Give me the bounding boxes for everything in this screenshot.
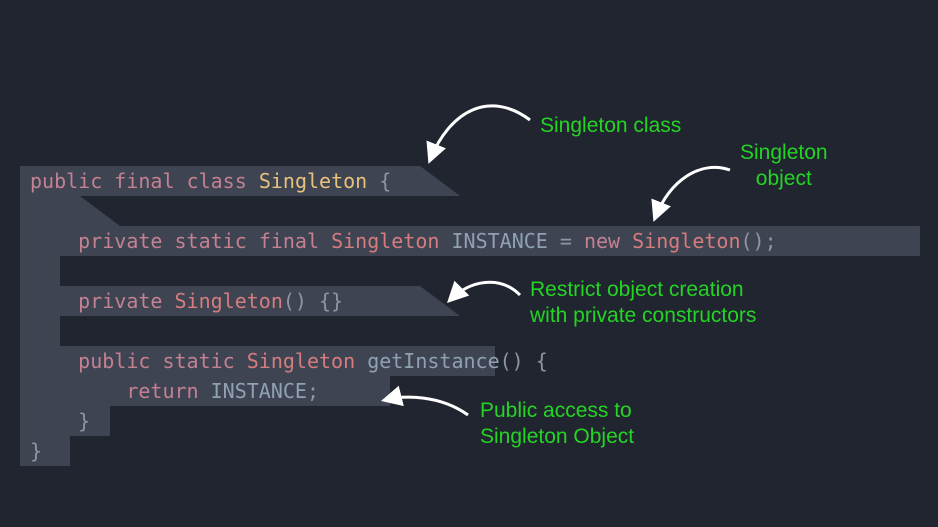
annotation-public-access: Public access to Singleton Object [480,398,634,450]
kw-public: public [30,169,102,193]
diagram-stage: { "code": { "l1_public": "public", "l1_f… [0,0,938,527]
kw-public: public [78,349,150,373]
annotation-singleton-object-l2: object [756,167,812,190]
code-line-4: public static Singleton getInstance() { [30,346,548,376]
type-singleton: Singleton [331,229,439,253]
ctor-decl: Singleton [175,289,283,313]
annotation-singleton-object: Singleton object [740,140,828,192]
semi: ; [307,379,319,403]
paren-semi: (); [741,229,777,253]
brace-open: { [379,169,391,193]
annotation-public-access-l2: Singleton Object [480,425,634,448]
ctor-call: Singleton [632,229,740,253]
kw-private: private [78,289,162,313]
equals: = [560,229,572,253]
method-name: getInstance [367,349,499,373]
brace-close: } [30,439,42,463]
brace-close: } [78,409,90,433]
code-line-2: private static final Singleton INSTANCE … [30,226,777,256]
kw-final: final [259,229,319,253]
kw-static: static [175,229,247,253]
annotation-private-constructor: Restrict object creation with private co… [530,277,756,329]
annotation-public-access-l1: Public access to [480,399,632,422]
ident-instance: INSTANCE [452,229,548,253]
code-line-7: } [30,436,42,466]
kw-new: new [584,229,620,253]
code-line-1: public final class Singleton { [30,166,391,196]
code-line-3: private Singleton() {} [30,286,343,316]
annotation-private-constructor-l2: with private constructors [530,304,756,327]
annotation-private-constructor-l1: Restrict object creation [530,278,744,301]
code-line-5: return INSTANCE; [30,376,319,406]
code-block: public final class Singleton { private s… [30,0,918,420]
kw-final: final [114,169,174,193]
kw-static: static [162,349,234,373]
kw-return: return [126,379,198,403]
kw-class: class [187,169,247,193]
ctor-body: () {} [283,289,343,313]
ident-instance: INSTANCE [211,379,307,403]
class-name: Singleton [259,169,367,193]
hl-line7 [20,436,70,466]
ret-type: Singleton [247,349,355,373]
kw-private: private [78,229,162,253]
annotation-singleton-class: Singleton class [540,113,681,139]
annotation-singleton-object-l1: Singleton [740,141,828,164]
method-sig: () { [500,349,548,373]
code-line-6: } [30,406,90,436]
